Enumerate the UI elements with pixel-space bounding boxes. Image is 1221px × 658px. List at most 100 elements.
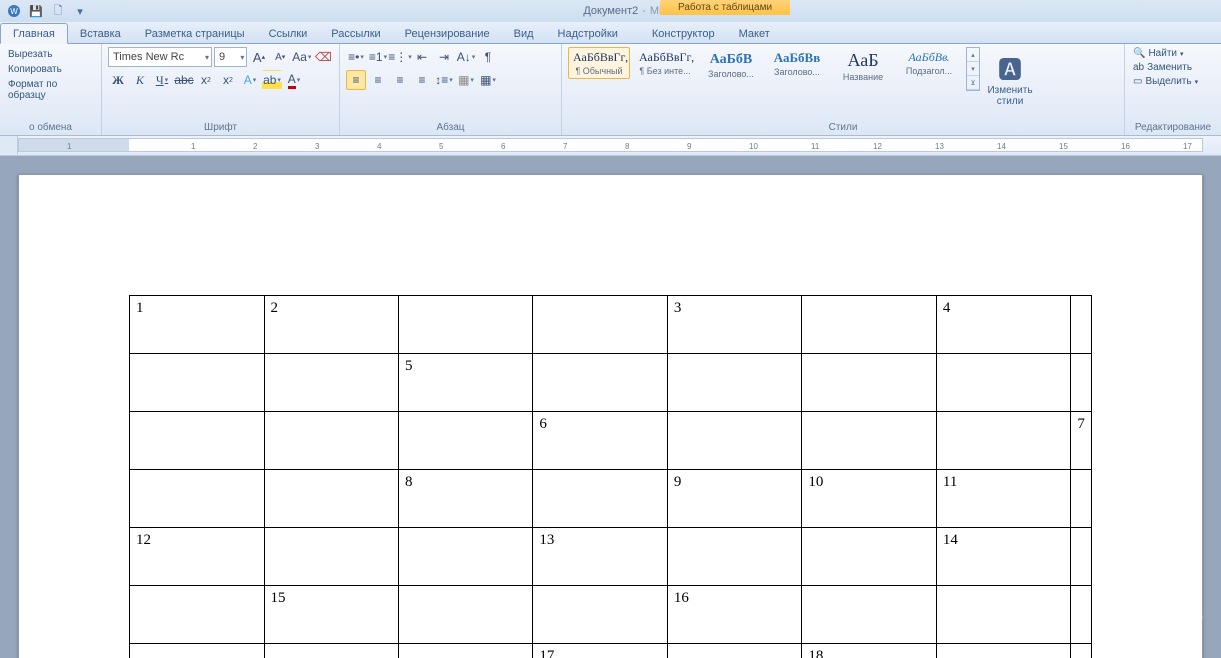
replace-button[interactable]: abЗаменить	[1131, 61, 1200, 74]
table-cell[interactable]	[264, 644, 399, 658]
qa-dropdown-icon[interactable]: ▾	[70, 2, 90, 20]
table-cell[interactable]	[533, 354, 668, 412]
table-cell[interactable]	[130, 412, 265, 470]
table-cell[interactable]	[802, 528, 937, 586]
tab-references[interactable]: Ссылки	[257, 24, 320, 43]
tab-view[interactable]: Вид	[502, 24, 546, 43]
bullets-icon[interactable]: ≡•	[346, 47, 366, 67]
outdent-icon[interactable]: ⇤	[412, 47, 432, 67]
indent-icon[interactable]: ⇥	[434, 47, 454, 67]
table-cell[interactable]	[1071, 470, 1092, 528]
tab-design[interactable]: Конструктор	[640, 24, 727, 43]
align-left-icon[interactable]: ≡	[346, 70, 366, 90]
table-cell[interactable]: 10	[802, 470, 937, 528]
table-cell[interactable]	[667, 412, 802, 470]
table-cell[interactable]: 15	[264, 586, 399, 644]
table-cell[interactable]	[936, 354, 1071, 412]
tab-insert[interactable]: Вставка	[68, 24, 133, 43]
styles-up-icon[interactable]: ▴	[967, 48, 979, 62]
table-cell[interactable]: 2	[264, 296, 399, 354]
style-no-spacing[interactable]: АаБбВвГг, ¶ Без инте...	[634, 47, 696, 79]
table-cell[interactable]: 5	[399, 354, 533, 412]
find-button[interactable]: 🔍Найти▾	[1131, 47, 1200, 60]
table-cell[interactable]	[1071, 586, 1092, 644]
table-cell[interactable]	[399, 412, 533, 470]
table-cell[interactable]	[130, 644, 265, 658]
table-cell[interactable]: 7	[1071, 412, 1092, 470]
table-cell[interactable]	[399, 586, 533, 644]
table-cell[interactable]: 3	[667, 296, 802, 354]
table-cell[interactable]	[667, 354, 802, 412]
borders-icon[interactable]: ▦	[478, 70, 498, 90]
table-cell[interactable]: 18	[802, 644, 937, 658]
styles-more-icon[interactable]: ⊻	[967, 76, 979, 90]
font-color-icon[interactable]: A	[284, 70, 304, 90]
style-normal[interactable]: АаБбВвГг, ¶ Обычный	[568, 47, 630, 79]
table-cell[interactable]	[399, 644, 533, 658]
table-cell[interactable]	[533, 296, 668, 354]
table-cell[interactable]: 16	[667, 586, 802, 644]
table-cell[interactable]	[802, 296, 937, 354]
table-cell[interactable]	[399, 296, 533, 354]
document-table[interactable]: 123456789101112131415161718	[129, 295, 1092, 658]
justify-icon[interactable]: ≡	[412, 70, 432, 90]
numbering-icon[interactable]: ≡1	[368, 47, 388, 67]
tab-page-layout[interactable]: Разметка страницы	[133, 24, 257, 43]
tab-addins[interactable]: Надстройки	[546, 24, 630, 43]
new-doc-icon[interactable]: 🗋	[48, 2, 68, 20]
table-cell[interactable]	[130, 586, 265, 644]
style-title[interactable]: АаБ Название	[832, 47, 894, 85]
table-cell[interactable]	[936, 412, 1071, 470]
table-cell[interactable]	[264, 528, 399, 586]
table-cell[interactable]: 12	[130, 528, 265, 586]
change-styles-button[interactable]: 🅰 Изменить стили	[984, 47, 1036, 110]
italic-button[interactable]: К	[130, 70, 150, 90]
table-cell[interactable]	[1071, 354, 1092, 412]
table-cell[interactable]: 6	[533, 412, 668, 470]
line-spacing-icon[interactable]: ↕≡	[434, 70, 454, 90]
format-painter-button[interactable]: Формат по образцу	[6, 78, 95, 102]
sort-icon[interactable]: A↓	[456, 47, 476, 67]
tab-mailings[interactable]: Рассылки	[319, 24, 392, 43]
subscript-button[interactable]: x2	[196, 70, 216, 90]
table-cell[interactable]	[1071, 644, 1092, 658]
styles-scroll[interactable]: ▴ ▾ ⊻	[966, 47, 980, 91]
table-cell[interactable]	[264, 470, 399, 528]
table-cell[interactable]	[399, 528, 533, 586]
table-cell[interactable]: 8	[399, 470, 533, 528]
table-cell[interactable]	[936, 586, 1071, 644]
table-cell[interactable]	[264, 354, 399, 412]
style-heading2[interactable]: АаБбВв Заголово...	[766, 47, 828, 80]
table-cell[interactable]	[130, 470, 265, 528]
table-cell[interactable]: 4	[936, 296, 1071, 354]
table-cell[interactable]: 1	[130, 296, 265, 354]
copy-button[interactable]: Копировать	[6, 63, 95, 76]
tab-review[interactable]: Рецензирование	[393, 24, 502, 43]
table-cell[interactable]	[533, 586, 668, 644]
font-size-combo[interactable]: 9	[214, 47, 247, 67]
styles-down-icon[interactable]: ▾	[967, 62, 979, 76]
table-cell[interactable]	[667, 644, 802, 658]
table-cell[interactable]	[264, 412, 399, 470]
table-cell[interactable]: 14	[936, 528, 1071, 586]
table-cell[interactable]	[936, 644, 1071, 658]
table-cell[interactable]	[1071, 528, 1092, 586]
cut-button[interactable]: Вырезать	[6, 48, 95, 61]
table-cell[interactable]: 9	[667, 470, 802, 528]
shading-icon[interactable]: ▦	[456, 70, 476, 90]
align-center-icon[interactable]: ≡	[368, 70, 388, 90]
table-cell[interactable]	[533, 470, 668, 528]
change-case-icon[interactable]: Aa	[292, 47, 312, 67]
table-cell[interactable]	[130, 354, 265, 412]
table-cell[interactable]	[1071, 296, 1092, 354]
tab-home[interactable]: Главная	[0, 23, 68, 44]
text-effects-icon[interactable]: A	[240, 70, 260, 90]
tab-layout[interactable]: Макет	[727, 24, 782, 43]
highlight-icon[interactable]: ab	[262, 70, 282, 90]
clear-formatting-icon[interactable]: ⌫	[314, 47, 333, 67]
table-cell[interactable]	[667, 528, 802, 586]
table-cell[interactable]: 17	[533, 644, 668, 658]
multilevel-icon[interactable]: ≡⋮	[390, 47, 410, 67]
horizontal-ruler[interactable]: 11234567891011121314151617	[0, 136, 1221, 156]
select-button[interactable]: ▭Выделить▾	[1131, 75, 1200, 88]
